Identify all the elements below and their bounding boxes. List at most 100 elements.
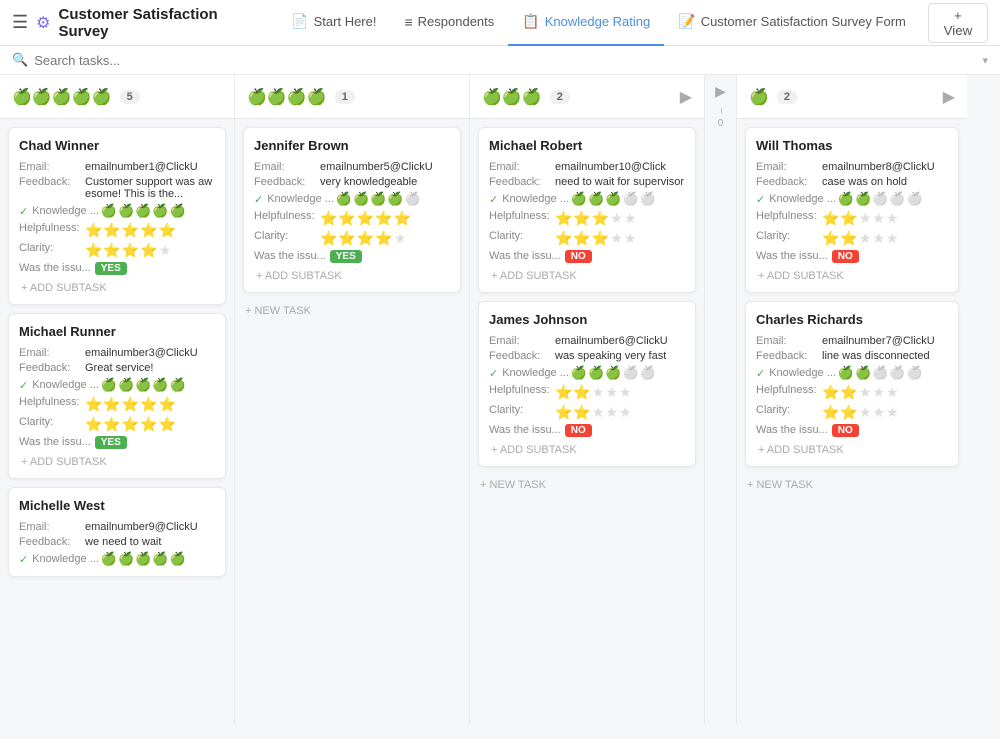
card-email-row: Email: emailnumber8@ClickU <box>756 161 948 173</box>
new-task-button[interactable]: + NEW TASK <box>745 475 959 495</box>
card-clarity-row: Clarity: ⭐⭐★★★ <box>489 404 685 421</box>
card-issue-row: Was the issu... YES <box>19 436 215 449</box>
add-subtask-button[interactable]: + ADD SUBTASK <box>756 266 948 286</box>
add-subtask-button[interactable]: + ADD SUBTASK <box>756 440 948 460</box>
col-expand-arrow[interactable]: ▶ <box>680 87 692 107</box>
col-count-4: 1 <box>335 90 355 104</box>
card-helpfulness-row: Helpfulness: ⭐⭐★★★ <box>756 210 948 227</box>
col-apples-4: 🍏🍏🍏🍏 <box>247 87 327 107</box>
card-chad-winner: Chad Winner Email: emailnumber1@ClickU F… <box>8 127 226 305</box>
card-helpfulness-row: Helpfulness: ⭐⭐★★★ <box>489 384 685 401</box>
tab-bar: 📄 Start Here! ≡ Respondents 📋 Knowledge … <box>277 0 920 46</box>
card-knowledge-row: ✓ Knowledge ... 🍏🍏🍏🍏🍏 <box>756 191 948 207</box>
card-knowledge-row: ✓ Knowledge ... 🍏🍏🍏🍏🍏 <box>19 377 215 393</box>
card-name: James Johnson <box>489 312 685 327</box>
search-icon: 🔍 <box>12 52 28 68</box>
new-task-button[interactable]: + NEW TASK <box>243 301 461 321</box>
card-feedback-row: Feedback: Customer support was awesome! … <box>19 176 215 200</box>
app-title: Customer Satisfaction Survey <box>58 6 261 40</box>
card-name: Michael Robert <box>489 138 685 153</box>
card-feedback-row: Feedback: case was on hold <box>756 176 948 188</box>
check-icon: ✓ <box>254 193 263 206</box>
card-issue-row: Was the issu... NO <box>489 424 685 437</box>
card-email-row: Email: emailnumber1@ClickU <box>19 161 215 173</box>
add-subtask-button[interactable]: + ADD SUBTASK <box>489 440 685 460</box>
tab-form-icon: 📝 <box>678 13 695 30</box>
column-narrow-collapsed: ▶ ~ 0 <box>705 75 737 724</box>
card-helpfulness-row: Helpfulness: ⭐⭐★★★ <box>756 384 948 401</box>
column-header-3: 🍏🍏🍏 2 ▶ <box>470 75 704 119</box>
status-badge: NO <box>565 250 592 263</box>
menu-icon[interactable]: ☰ <box>12 12 28 33</box>
column-header-4: 🍏🍏🍏🍏 1 <box>235 75 469 119</box>
card-clarity-row: Clarity: ⭐⭐⭐⭐★ <box>254 230 450 247</box>
search-chevron-icon[interactable]: ▾ <box>982 54 988 67</box>
column-body-3: Michael Robert Email: emailnumber10@Clic… <box>470 119 704 724</box>
card-issue-row: Was the issu... NO <box>756 250 948 263</box>
tab-knowledge-icon: 📋 <box>522 13 539 30</box>
card-issue-row: Was the issu... NO <box>489 250 685 263</box>
status-badge: NO <box>565 424 592 437</box>
narrow-col-label: ~ <box>715 108 726 114</box>
card-email-row: Email: emailnumber7@ClickU <box>756 335 948 347</box>
card-issue-row: Was the issu... YES <box>254 250 450 263</box>
card-michelle-west: Michelle West Email: emailnumber9@ClickU… <box>8 487 226 577</box>
check-icon: ✓ <box>489 367 498 380</box>
narrow-col-count: 0 <box>718 118 724 129</box>
tab-respondents[interactable]: ≡ Respondents <box>390 0 508 46</box>
card-issue-row: Was the issu... YES <box>19 262 215 275</box>
add-subtask-button[interactable]: + ADD SUBTASK <box>489 266 685 286</box>
search-input[interactable] <box>34 53 976 68</box>
card-michael-runner: Michael Runner Email: emailnumber3@Click… <box>8 313 226 479</box>
card-name: Jennifer Brown <box>254 138 450 153</box>
column-body-1: Will Thomas Email: emailnumber8@ClickU F… <box>737 119 967 724</box>
col-count-3: 2 <box>550 90 570 104</box>
col-count-1: 2 <box>777 90 797 104</box>
column-5-stars: 🍏🍏🍏🍏🍏 5 Chad Winner Email: emailnumber1@… <box>0 75 235 724</box>
card-name: Chad Winner <box>19 138 215 153</box>
card-clarity-row: Clarity: ⭐⭐★★★ <box>756 404 948 421</box>
card-charles-richards: Charles Richards Email: emailnumber7@Cli… <box>745 301 959 467</box>
card-clarity-row: Clarity: ⭐⭐★★★ <box>756 230 948 247</box>
add-subtask-button[interactable]: + ADD SUBTASK <box>19 452 215 472</box>
card-clarity-row: Clarity: ⭐⭐⭐★★ <box>489 230 685 247</box>
tab-knowledge-rating[interactable]: 📋 Knowledge Rating <box>508 0 664 46</box>
card-feedback-row: Feedback: line was disconnected <box>756 350 948 362</box>
status-badge: NO <box>832 424 859 437</box>
card-helpfulness-row: Helpfulness: ⭐⭐⭐⭐⭐ <box>19 222 215 239</box>
card-will-thomas: Will Thomas Email: emailnumber8@ClickU F… <box>745 127 959 293</box>
card-knowledge-row: ✓ Knowledge ... 🍏🍏🍏🍏🍏 <box>489 191 685 207</box>
card-email-row: Email: emailnumber5@ClickU <box>254 161 450 173</box>
card-clarity-row: Clarity: ⭐⭐⭐⭐⭐ <box>19 416 215 433</box>
col-apples-1: 🍏 <box>749 87 769 107</box>
tab-respondents-icon: ≡ <box>404 14 412 30</box>
card-helpfulness-row: Helpfulness: ⭐⭐⭐⭐⭐ <box>19 396 215 413</box>
check-icon: ✓ <box>756 367 765 380</box>
card-email-row: Email: emailnumber9@ClickU <box>19 521 215 533</box>
view-button[interactable]: + View <box>928 3 988 43</box>
status-badge: YES <box>330 250 362 263</box>
card-feedback-row: Feedback: Great service! <box>19 362 215 374</box>
new-task-button[interactable]: + NEW TASK <box>478 475 696 495</box>
add-subtask-button[interactable]: + ADD SUBTASK <box>254 266 450 286</box>
tab-survey-form[interactable]: 📝 Customer Satisfaction Survey Form <box>664 0 920 46</box>
card-jennifer-brown: Jennifer Brown Email: emailnumber5@Click… <box>243 127 461 293</box>
col-expand-right-arrow[interactable]: ▶ <box>943 87 955 107</box>
status-badge: NO <box>832 250 859 263</box>
check-icon: ✓ <box>756 193 765 206</box>
col-count-5: 5 <box>120 90 140 104</box>
card-knowledge-row: ✓ Knowledge ... 🍏🍏🍏🍏🍏 <box>19 551 215 567</box>
add-subtask-button[interactable]: + ADD SUBTASK <box>19 278 215 298</box>
card-knowledge-row: ✓ Knowledge ... 🍏🍏🍏🍏🍏 <box>489 365 685 381</box>
card-helpfulness-row: Helpfulness: ⭐⭐⭐⭐⭐ <box>254 210 450 227</box>
check-icon: ✓ <box>489 193 498 206</box>
card-email-row: Email: emailnumber6@ClickU <box>489 335 685 347</box>
col-narrow-expand-icon[interactable]: ▶ <box>715 83 726 100</box>
check-icon: ✓ <box>19 553 28 566</box>
card-name: Michelle West <box>19 498 215 513</box>
col-apples-5: 🍏🍏🍏🍏🍏 <box>12 87 112 107</box>
status-badge: YES <box>95 436 127 449</box>
card-helpfulness-row: Helpfulness: ⭐⭐⭐★★ <box>489 210 685 227</box>
tab-start-here[interactable]: 📄 Start Here! <box>277 0 390 46</box>
card-clarity-row: Clarity: ⭐⭐⭐⭐★ <box>19 242 215 259</box>
